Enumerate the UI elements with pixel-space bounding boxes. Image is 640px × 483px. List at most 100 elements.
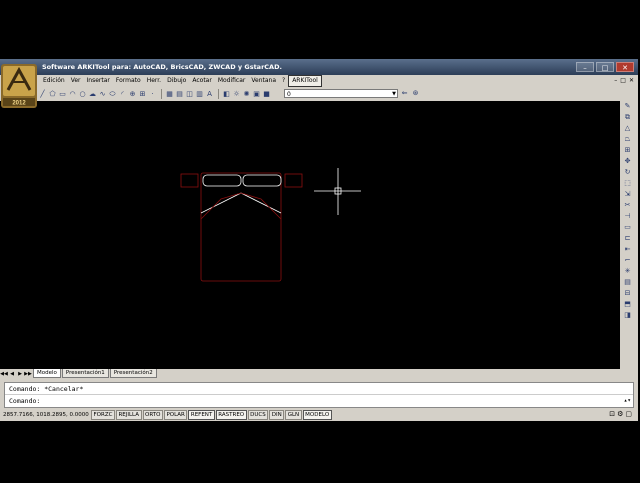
tool-palette-icon[interactable]: ◨ bbox=[623, 311, 632, 320]
break-icon[interactable]: ▭ bbox=[623, 223, 632, 232]
tab-next-button[interactable]: ▶ bbox=[16, 370, 24, 378]
tab-modelo[interactable]: Modelo bbox=[33, 369, 61, 378]
toggle-modelo[interactable]: MODELO bbox=[302, 409, 332, 420]
tab-presentacion1[interactable]: Presentación1 bbox=[61, 369, 109, 378]
erase-icon[interactable]: ✎ bbox=[623, 102, 632, 111]
tab-last-button[interactable]: ▶▶ bbox=[24, 370, 32, 378]
toggle-rastreo[interactable]: RASTREO bbox=[215, 409, 247, 420]
point-icon[interactable]: · bbox=[148, 90, 157, 99]
bulb-icon[interactable]: ☼ bbox=[232, 90, 241, 99]
circle-icon[interactable]: ○ bbox=[78, 90, 87, 99]
menu-formato[interactable]: Formato bbox=[113, 76, 144, 86]
toggle-orto[interactable]: ORTO bbox=[142, 409, 163, 420]
sun-icon[interactable]: ✺ bbox=[242, 90, 251, 99]
offset-icon[interactable]: ⏢ bbox=[623, 135, 632, 144]
logo-year: 2012 bbox=[12, 101, 26, 107]
document-controls: – □ ✕ bbox=[614, 75, 634, 87]
stretch-icon[interactable]: ⇲ bbox=[623, 190, 632, 199]
menu-dibujo[interactable]: Dibujo bbox=[164, 76, 189, 86]
status-bar: 2857.7166, 1018.2895, 0.0000 FORZC REJIL… bbox=[0, 409, 638, 420]
title-bar: Software ARKITool para: AutoCAD, BricsCA… bbox=[0, 59, 638, 75]
line-icon[interactable]: ╱ bbox=[38, 90, 47, 99]
extend-icon[interactable]: ⊣ bbox=[623, 212, 632, 221]
layer-previous-icon[interactable]: ⇐ bbox=[400, 89, 409, 98]
nightstand-left bbox=[180, 173, 199, 188]
toggle-rejilla[interactable]: REJILLA bbox=[115, 409, 142, 420]
close-button[interactable]: ✕ bbox=[616, 62, 634, 72]
menu-help[interactable]: ? bbox=[279, 76, 288, 86]
toggle-refent[interactable]: REFENT bbox=[188, 409, 215, 420]
doc-close-button[interactable]: ✕ bbox=[629, 75, 634, 87]
table-icon[interactable]: ▥ bbox=[195, 90, 204, 99]
hatch-icon[interactable]: ▦ bbox=[165, 90, 174, 99]
spline-icon[interactable]: ∿ bbox=[98, 90, 107, 99]
chamfer-icon[interactable]: ⇤ bbox=[623, 245, 632, 254]
ellipse-icon[interactable]: ⬭ bbox=[108, 90, 117, 99]
rotate-icon[interactable]: ↻ bbox=[623, 168, 632, 177]
array-icon[interactable]: ⊞ bbox=[623, 146, 632, 155]
match-properties-icon[interactable]: ⊟ bbox=[623, 289, 632, 298]
gradient-icon[interactable]: ▤ bbox=[175, 90, 184, 99]
menu-acotar[interactable]: Acotar bbox=[189, 76, 214, 86]
command-prompt[interactable]: Comando: bbox=[9, 397, 40, 405]
toggle-polar[interactable]: POLAR bbox=[163, 409, 188, 420]
command-scroll-icon[interactable]: ▴▾ bbox=[624, 397, 631, 404]
region-icon[interactable]: ◫ bbox=[185, 90, 194, 99]
color-swatch-icon[interactable]: ■ bbox=[262, 90, 271, 99]
menu-herr[interactable]: Herr. bbox=[144, 76, 164, 86]
tab-prev-button[interactable]: ◀ bbox=[8, 370, 16, 378]
toggle-forzc[interactable]: FORZC bbox=[91, 409, 115, 420]
move-icon[interactable]: ✥ bbox=[623, 157, 632, 166]
comm-center-icon[interactable]: ⚙ bbox=[617, 410, 623, 418]
drawing-svg bbox=[180, 168, 361, 282]
design-center-icon[interactable]: ⬒ bbox=[623, 300, 632, 309]
text-icon[interactable]: A bbox=[205, 90, 214, 99]
maximize-button[interactable]: □ bbox=[596, 62, 614, 72]
lock-icon[interactable]: ▣ bbox=[252, 90, 261, 99]
insert-block-icon[interactable]: ⊕ bbox=[128, 90, 137, 99]
toggle-din[interactable]: DIN bbox=[269, 409, 285, 420]
make-block-icon[interactable]: ⊞ bbox=[138, 90, 147, 99]
layer-manager-icon[interactable]: ◧ bbox=[222, 90, 231, 99]
ellipse-arc-icon[interactable]: ◜ bbox=[118, 90, 127, 99]
menu-ventana[interactable]: Ventana bbox=[248, 76, 279, 86]
clean-screen-icon[interactable]: ▢ bbox=[625, 410, 632, 418]
polygon-icon[interactable]: ⬠ bbox=[48, 90, 57, 99]
drawing-canvas[interactable] bbox=[0, 101, 620, 369]
arc-icon[interactable]: ◠ bbox=[68, 90, 77, 99]
menu-insertar[interactable]: Insertar bbox=[84, 76, 113, 86]
explode-icon[interactable]: ✳ bbox=[623, 267, 632, 276]
lock-icon[interactable]: ⊡ bbox=[609, 410, 615, 418]
layout-tabs: ◀◀ ◀ ▶ ▶▶ Modelo Presentación1 Presentac… bbox=[0, 369, 620, 378]
properties-icon[interactable]: ▤ bbox=[623, 278, 632, 287]
doc-minimize-button[interactable]: – bbox=[614, 75, 617, 87]
minimize-button[interactable]: – bbox=[576, 62, 594, 72]
menu-edicion[interactable]: Edición bbox=[40, 76, 68, 86]
join-icon[interactable]: ⊏ bbox=[623, 234, 632, 243]
arkitool-logo: 2012 bbox=[1, 64, 37, 108]
toggle-ducs[interactable]: DUCS bbox=[247, 409, 269, 420]
command-line[interactable]: Comando: *Cancelar* Comando: ▴▾ bbox=[4, 382, 634, 408]
nightstand-right bbox=[284, 173, 303, 188]
menu-ver[interactable]: Ver bbox=[68, 76, 84, 86]
menu-modificar[interactable]: Modificar bbox=[215, 76, 249, 86]
bed-block[interactable] bbox=[180, 172, 303, 282]
blanket-fold-edge bbox=[200, 192, 282, 220]
revcloud-icon[interactable]: ☁ bbox=[88, 90, 97, 99]
doc-restore-button[interactable]: □ bbox=[620, 75, 626, 87]
window-title: Software ARKITool para: AutoCAD, BricsCA… bbox=[42, 63, 282, 71]
scale-icon[interactable]: ⬚ bbox=[623, 179, 632, 188]
rectangle-icon[interactable]: ▭ bbox=[58, 90, 67, 99]
mirror-icon[interactable]: △ bbox=[623, 124, 632, 133]
trim-icon[interactable]: ✂ bbox=[623, 201, 632, 210]
fillet-icon[interactable]: ⌐ bbox=[623, 256, 632, 265]
menu-arkitool[interactable]: ARKITool bbox=[288, 75, 322, 87]
pillow-left bbox=[202, 174, 242, 187]
copy-icon[interactable]: ⧉ bbox=[623, 113, 632, 122]
toggle-gln[interactable]: GLN bbox=[285, 409, 302, 420]
layer-dropdown[interactable]: 0 ▼ bbox=[284, 89, 398, 98]
layer-state-icon[interactable]: ⊛ bbox=[411, 89, 420, 98]
tab-first-button[interactable]: ◀◀ bbox=[0, 370, 8, 378]
tab-presentacion2[interactable]: Presentación2 bbox=[109, 369, 157, 378]
toolbar-separator bbox=[218, 89, 219, 99]
